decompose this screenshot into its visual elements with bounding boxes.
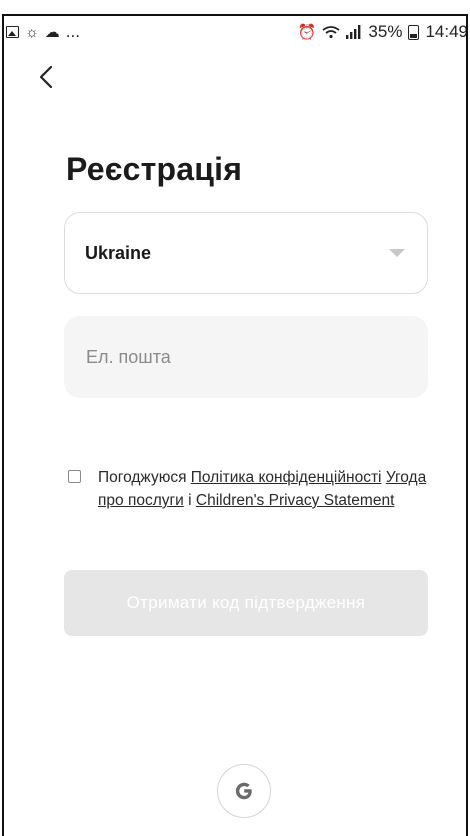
image-icon	[6, 26, 19, 38]
consent-prefix: Погоджуюся	[98, 469, 191, 486]
email-field-container	[64, 316, 428, 398]
app-frame: ☼ ☁ ... ⏰ 35% 14:49 Реєстрація Ukraine Е…	[2, 14, 468, 836]
battery-icon	[408, 24, 420, 40]
battery-percent: 35%	[368, 22, 403, 41]
childrens-privacy-link[interactable]: Children's Privacy Statement	[196, 492, 395, 509]
google-icon	[235, 782, 252, 800]
wifi-icon	[322, 26, 340, 39]
country-value: Ukraine	[85, 242, 152, 263]
status-bar: ☼ ☁ ... ⏰ 35% 14:49	[4, 16, 466, 48]
alarm-icon: ⏰	[297, 23, 317, 41]
signal-icon	[346, 25, 361, 39]
email-field[interactable]	[84, 345, 408, 369]
page-title: Реєстрація	[66, 151, 243, 187]
consent-conjunction: і	[183, 492, 196, 509]
back-button[interactable]	[34, 62, 58, 92]
status-time: 14:49	[425, 22, 468, 41]
google-login-button[interactable]	[217, 764, 271, 818]
caret-down-icon	[389, 249, 405, 257]
country-select[interactable]: Ukraine	[64, 212, 428, 294]
consent-checkbox[interactable]	[68, 470, 81, 483]
get-code-button[interactable]: Отримати код підтвердження	[64, 570, 428, 636]
consent-text: Погоджуюся Політика конфіденційності Уго…	[98, 466, 440, 512]
brightness-icon: ☼	[25, 23, 39, 41]
cloud-icon: ☁	[44, 23, 60, 41]
privacy-policy-link[interactable]: Політика конфіденційності	[191, 469, 382, 486]
notification-ellipsis: ...	[65, 22, 80, 41]
chevron-left-icon	[39, 65, 53, 89]
status-left: ☼ ☁ ...	[6, 22, 80, 42]
consent-row: Погоджуюся Політика конфіденційності Уго…	[68, 466, 440, 512]
status-right: ⏰ 35% 14:49	[297, 22, 468, 42]
